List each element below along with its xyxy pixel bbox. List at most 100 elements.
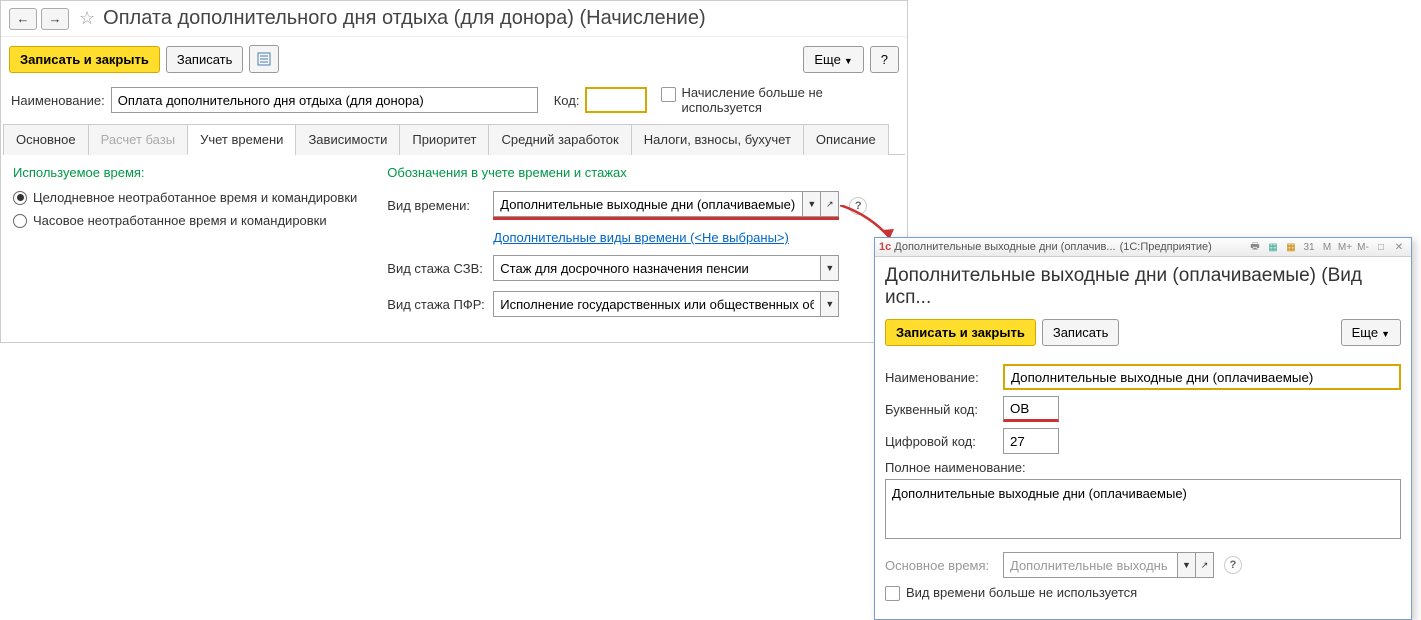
popup-base-time-wrap: ▼ ↗ bbox=[1003, 552, 1214, 578]
right-column: Обозначения в учете времени и стажах Вид… bbox=[387, 165, 867, 322]
popup-base-time-dropdown[interactable]: ▼ bbox=[1178, 552, 1196, 578]
popup-not-used-checkbox[interactable] bbox=[885, 586, 900, 601]
list-icon-button[interactable] bbox=[249, 45, 279, 73]
tabs: Основное Расчет базы Учет времени Зависи… bbox=[3, 123, 905, 155]
popup-digit-input[interactable] bbox=[1003, 428, 1059, 454]
name-input[interactable] bbox=[111, 87, 538, 113]
szv-select-wrap: ▼ bbox=[493, 255, 839, 281]
popup-letter-row: Буквенный код: bbox=[885, 396, 1401, 422]
maximize-icon[interactable]: □ bbox=[1373, 240, 1389, 254]
used-time-label: Используемое время: bbox=[13, 165, 357, 180]
app-icon: 1c bbox=[879, 241, 891, 253]
popup-save-button[interactable]: Записать bbox=[1042, 319, 1120, 346]
time-type-label: Вид времени: bbox=[387, 198, 487, 213]
code-label: Код: bbox=[554, 93, 580, 108]
close-icon[interactable]: ✕ bbox=[1391, 240, 1407, 254]
radio-hourly-label: Часовое неотработанное время и командиро… bbox=[33, 213, 327, 228]
pfr-row: Вид стажа ПФР: ▼ bbox=[387, 291, 867, 317]
szv-dropdown-button[interactable]: ▼ bbox=[821, 255, 839, 281]
tab-content: Используемое время: Целодневное неотрабо… bbox=[1, 155, 907, 342]
favorite-icon[interactable]: ☆ bbox=[79, 8, 95, 29]
radio-hourly[interactable] bbox=[13, 214, 27, 228]
popup-letter-input[interactable] bbox=[1003, 396, 1059, 422]
szv-input[interactable] bbox=[493, 255, 821, 281]
time-type-input[interactable] bbox=[493, 191, 803, 217]
popup-header: Дополнительные выходные дни (оплачиваемы… bbox=[875, 257, 1411, 313]
nav-forward-button[interactable]: → bbox=[41, 8, 69, 30]
popup-not-used-row: Вид времени больше не используется bbox=[885, 584, 1401, 601]
popup-base-time-open[interactable]: ↗ bbox=[1196, 552, 1214, 578]
popup-base-time-input[interactable] bbox=[1003, 552, 1178, 578]
popup-titlebar-icons: 🖶 ▦ ▦ 31 M M+ M- □ ✕ bbox=[1247, 240, 1407, 254]
pfr-label: Вид стажа ПФР: bbox=[387, 297, 487, 312]
help-button[interactable]: ? bbox=[870, 46, 899, 73]
popup-full-label: Полное наименование: bbox=[885, 460, 1401, 475]
popup-full-textarea[interactable] bbox=[885, 479, 1401, 539]
save-button[interactable]: Записать bbox=[166, 46, 244, 73]
m-icon[interactable]: M bbox=[1319, 240, 1335, 254]
popup-base-time-label: Основное время: bbox=[885, 558, 997, 573]
radio-row-2[interactable]: Часовое неотработанное время и командиро… bbox=[13, 213, 357, 228]
tab-time-tracking[interactable]: Учет времени bbox=[187, 124, 296, 155]
szv-row: Вид стажа СЗВ: ▼ bbox=[387, 255, 867, 281]
name-row: Наименование: Код: Начисление больше не … bbox=[1, 81, 907, 123]
tab-priority[interactable]: Приоритет bbox=[399, 124, 489, 155]
code-input[interactable] bbox=[585, 87, 647, 113]
popup-base-time-row: Основное время: ▼ ↗ ? bbox=[885, 552, 1401, 578]
tab-main[interactable]: Основное bbox=[3, 124, 89, 155]
popup-digit-row: Цифровой код: bbox=[885, 428, 1401, 454]
pfr-dropdown-button[interactable]: ▼ bbox=[821, 291, 839, 317]
not-used-checkbox[interactable] bbox=[661, 87, 676, 102]
m-plus-icon[interactable]: M+ bbox=[1337, 240, 1353, 254]
popup-more-button[interactable]: Еще▼ bbox=[1341, 319, 1401, 346]
popup-window: 1c Дополнительные выходные дни (оплачив.… bbox=[874, 237, 1412, 620]
left-column: Используемое время: Целодневное неотрабо… bbox=[13, 165, 357, 322]
m-minus-icon[interactable]: M- bbox=[1355, 240, 1371, 254]
popup-body: Наименование: Буквенный код: Цифровой ко… bbox=[875, 352, 1411, 619]
pfr-input[interactable] bbox=[493, 291, 821, 317]
radio-full-day[interactable] bbox=[13, 191, 27, 205]
radio-full-day-label: Целодневное неотработанное время и коман… bbox=[33, 190, 357, 205]
popup-save-close-button[interactable]: Записать и закрыть bbox=[885, 319, 1036, 346]
tab-description[interactable]: Описание bbox=[803, 124, 889, 155]
not-used-label: Начисление больше не используется bbox=[681, 85, 831, 115]
not-used-row: Начисление больше не используется bbox=[661, 85, 831, 115]
pfr-select-wrap: ▼ bbox=[493, 291, 839, 317]
popup-toolbar: Записать и закрыть Записать Еще▼ bbox=[875, 313, 1411, 352]
time-type-open-button[interactable]: ↗ bbox=[821, 191, 839, 217]
radio-row-1[interactable]: Целодневное неотработанное время и коман… bbox=[13, 190, 357, 205]
main-toolbar: Записать и закрыть Записать Еще▼ ? bbox=[1, 37, 907, 81]
marks-label: Обозначения в учете времени и стажах bbox=[387, 165, 867, 180]
main-window: ← → ☆ Оплата дополнительного дня отдыха … bbox=[0, 0, 908, 343]
tab-base-calc[interactable]: Расчет базы bbox=[88, 124, 189, 155]
more-button[interactable]: Еще▼ bbox=[803, 46, 863, 73]
time-type-dropdown-button[interactable]: ▼ bbox=[803, 191, 821, 217]
date-icon[interactable]: 31 bbox=[1301, 240, 1317, 254]
tab-avg-earnings[interactable]: Средний заработок bbox=[488, 124, 631, 155]
popup-name-row: Наименование: bbox=[885, 364, 1401, 390]
save-close-button[interactable]: Записать и закрыть bbox=[9, 46, 160, 73]
popup-letter-label: Буквенный код: bbox=[885, 402, 997, 417]
popup-not-used-label: Вид времени больше не используется bbox=[906, 585, 1137, 600]
time-type-select-wrap: ▼ ↗ bbox=[493, 191, 839, 220]
print-icon[interactable]: 🖶 bbox=[1247, 240, 1263, 254]
popup-help-icon[interactable]: ? bbox=[1224, 556, 1242, 574]
calc-icon[interactable]: ▦ bbox=[1265, 240, 1281, 254]
time-type-row: Вид времени: ▼ ↗ ? bbox=[387, 191, 867, 220]
popup-titlebar: 1c Дополнительные выходные дни (оплачив.… bbox=[875, 238, 1411, 257]
list-icon bbox=[257, 52, 271, 66]
popup-name-input[interactable] bbox=[1003, 364, 1401, 390]
window-title: Оплата дополнительного дня отдыха (для д… bbox=[103, 7, 706, 30]
help-icon[interactable]: ? bbox=[849, 197, 867, 215]
extra-types-link[interactable]: Дополнительные виды времени (<Не выбраны… bbox=[493, 230, 789, 245]
name-label: Наименование: bbox=[11, 93, 105, 108]
titlebar: ← → ☆ Оплата дополнительного дня отдыха … bbox=[1, 1, 907, 37]
nav-back-button[interactable]: ← bbox=[9, 8, 37, 30]
popup-titlebar-text: Дополнительные выходные дни (оплачив... bbox=[894, 241, 1115, 253]
tab-dependencies[interactable]: Зависимости bbox=[295, 124, 400, 155]
calendar-icon[interactable]: ▦ bbox=[1283, 240, 1299, 254]
popup-digit-label: Цифровой код: bbox=[885, 434, 997, 449]
szv-label: Вид стажа СЗВ: bbox=[387, 261, 487, 276]
tab-taxes[interactable]: Налоги, взносы, бухучет bbox=[631, 124, 804, 155]
extra-types-row: Дополнительные виды времени (<Не выбраны… bbox=[387, 230, 867, 245]
